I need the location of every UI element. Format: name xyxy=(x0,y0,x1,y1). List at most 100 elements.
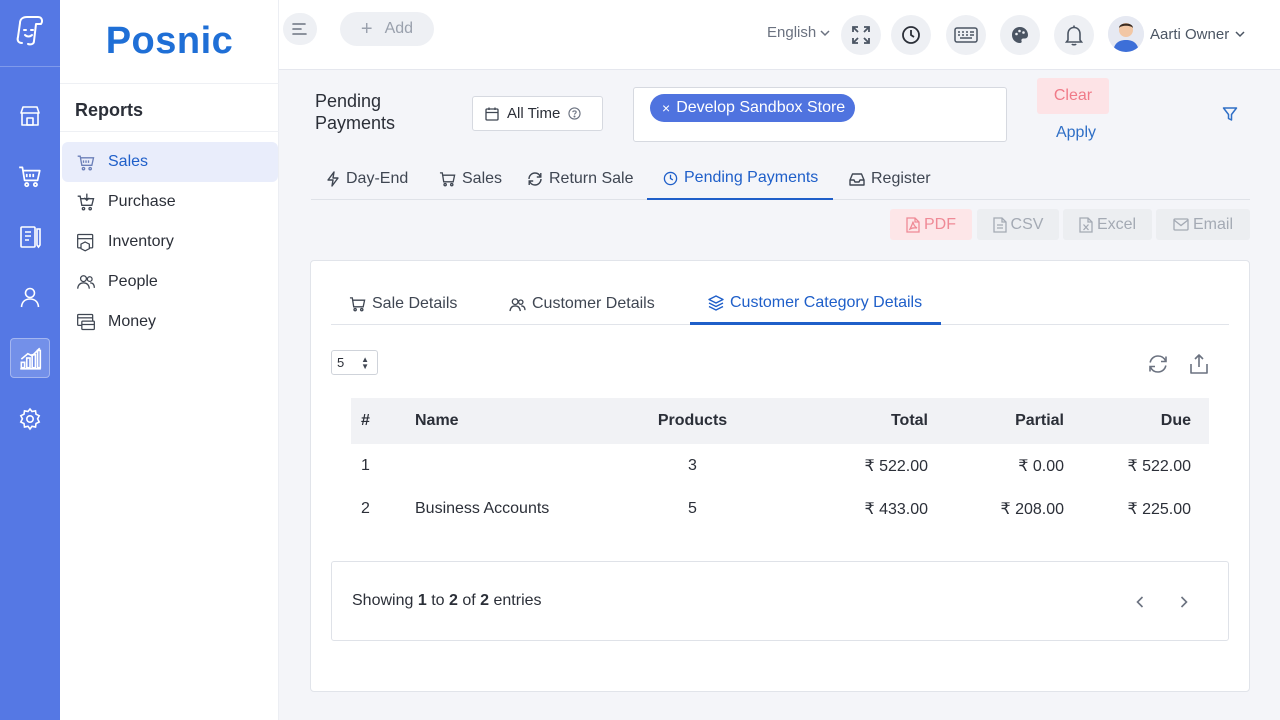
keyboard-button[interactable] xyxy=(946,15,986,55)
sort-arrows-icon: ▲ ▼ xyxy=(361,355,369,371)
tab-customer-category-details[interactable]: Customer Category Details xyxy=(690,283,941,325)
chevron-down-icon xyxy=(820,29,830,36)
share-export-button[interactable] xyxy=(1189,353,1209,375)
tab-sales[interactable]: Sales xyxy=(439,158,502,200)
clock-button[interactable] xyxy=(891,15,931,55)
table-row: 1 3 ₹ 522.00 ₹ 0.00 ₹ 522.00 xyxy=(351,444,1209,487)
store-chip[interactable]: × Develop Sandbox Store xyxy=(650,94,856,122)
sidebar-item-label: Purchase xyxy=(108,193,176,210)
cart-icon[interactable] xyxy=(10,156,50,196)
people-icon xyxy=(76,272,96,292)
export-csv-button[interactable]: CSV xyxy=(977,209,1059,240)
cell-index: 2 xyxy=(361,499,370,517)
cell-partial: ₹ 208.00 xyxy=(1000,500,1064,518)
sidebar-item-people[interactable]: People xyxy=(62,262,278,302)
avatar xyxy=(1108,16,1144,52)
column-header-total[interactable]: Total xyxy=(770,412,928,430)
file-pdf-icon xyxy=(906,216,920,233)
file-excel-icon xyxy=(1079,216,1093,233)
tab-customer-details[interactable]: Customer Details xyxy=(509,283,655,325)
column-header-name[interactable]: Name xyxy=(415,412,615,430)
column-header-partial[interactable]: Partial xyxy=(928,412,1064,430)
language-select[interactable]: English xyxy=(767,24,830,41)
next-page-button[interactable] xyxy=(1174,592,1194,612)
filter-icon[interactable] xyxy=(1222,106,1238,122)
sidebar-item-sales[interactable]: Sales xyxy=(62,142,278,182)
page-size-select[interactable]: 5 ▲ ▼ xyxy=(331,350,378,375)
clipboard-icon[interactable] xyxy=(10,217,50,257)
cell-partial: ₹ 0.00 xyxy=(1018,457,1064,475)
clear-button[interactable]: Clear xyxy=(1037,78,1109,114)
column-header-products[interactable]: Products xyxy=(615,412,770,430)
tab-return-sale[interactable]: Return Sale xyxy=(527,158,634,200)
entries-info: Showing 1 to 2 of 2 entries xyxy=(352,592,542,610)
cart-icon xyxy=(439,172,456,187)
export-pdf-button[interactable]: PDF xyxy=(890,209,972,240)
top-bar: + Add English Aarti Owner xyxy=(279,0,1280,70)
keyboard-icon xyxy=(954,27,978,43)
menu-toggle-button[interactable] xyxy=(283,13,317,45)
time-range-button[interactable]: All Time xyxy=(472,96,603,131)
prev-page-button[interactable] xyxy=(1130,592,1150,612)
inbox-icon xyxy=(849,173,865,186)
time-range-label: All Time xyxy=(507,105,561,122)
logo-icon[interactable] xyxy=(10,11,50,51)
sidebar-item-money[interactable]: Money xyxy=(62,302,278,342)
language-label: English xyxy=(767,24,817,41)
refresh-button[interactable] xyxy=(1147,353,1169,375)
cell-due: ₹ 225.00 xyxy=(1127,500,1191,518)
export-label: PDF xyxy=(924,215,956,233)
gear-icon[interactable] xyxy=(10,399,50,439)
sidebar-item-label: Inventory xyxy=(108,233,174,250)
entries-to-word: to xyxy=(431,592,445,609)
chart-icon[interactable] xyxy=(10,338,50,378)
tab-pending-payments[interactable]: Pending Payments xyxy=(647,158,833,200)
tab-label: Pending Payments xyxy=(684,169,819,186)
menu-title: Reports xyxy=(75,100,144,120)
report-tabs: Day-End Sales Return Sale Pending Paymen… xyxy=(311,158,1250,200)
sidebar-item-purchase[interactable]: Purchase xyxy=(62,182,278,222)
user-icon[interactable] xyxy=(10,277,50,317)
money-icon xyxy=(76,312,96,332)
tab-register[interactable]: Register xyxy=(849,158,931,200)
cart-icon xyxy=(349,297,366,312)
bell-icon xyxy=(1064,25,1084,46)
notifications-button[interactable] xyxy=(1054,15,1094,55)
sidebar-item-label: People xyxy=(108,273,158,290)
cell-products: 5 xyxy=(688,499,697,517)
rail-divider xyxy=(0,66,60,67)
brand-logo[interactable]: Posnic xyxy=(60,0,279,84)
store-multiselect[interactable]: × Develop Sandbox Store xyxy=(633,87,1007,142)
column-header-index[interactable]: # xyxy=(351,412,415,430)
export-label: Excel xyxy=(1096,215,1137,233)
detail-tabs: Sale Details Customer Details Customer C… xyxy=(331,283,1229,325)
export-excel-button[interactable]: Excel xyxy=(1063,209,1152,240)
tab-label: Sale Details xyxy=(372,295,458,312)
add-button[interactable]: + Add xyxy=(340,12,434,46)
store-icon[interactable] xyxy=(10,96,50,136)
apply-button[interactable]: Apply xyxy=(1037,120,1115,146)
column-header-due[interactable]: Due xyxy=(1064,412,1200,430)
plus-icon: + xyxy=(360,18,373,40)
sidebar-item-inventory[interactable]: Inventory xyxy=(62,222,278,262)
tab-sale-details[interactable]: Sale Details xyxy=(349,283,457,325)
page-size-value: 5 xyxy=(337,355,345,370)
remove-chip-icon[interactable]: × xyxy=(662,100,670,116)
brand-name: Posnic xyxy=(105,20,234,62)
clock-icon xyxy=(663,171,678,185)
tab-day-end[interactable]: Day-End xyxy=(326,158,408,200)
sidebar-item-label: Money xyxy=(108,313,157,330)
user-name: Aarti Owner xyxy=(1150,25,1230,43)
report-card: Sale Details Customer Details Customer C… xyxy=(310,260,1250,692)
fullscreen-button[interactable] xyxy=(841,15,881,55)
users-icon xyxy=(509,297,526,311)
clock-icon xyxy=(902,26,920,44)
entries-prefix: Showing xyxy=(352,592,414,609)
purchase-icon xyxy=(76,192,96,212)
user-menu[interactable]: Aarti Owner xyxy=(1108,16,1245,52)
table-header: # Name Products Total Partial Due xyxy=(351,398,1209,444)
chevron-right-icon xyxy=(1180,596,1188,608)
theme-button[interactable] xyxy=(1000,15,1040,55)
store-chip-label: Develop Sandbox Store xyxy=(676,99,846,116)
export-email-button[interactable]: Email xyxy=(1156,209,1250,240)
